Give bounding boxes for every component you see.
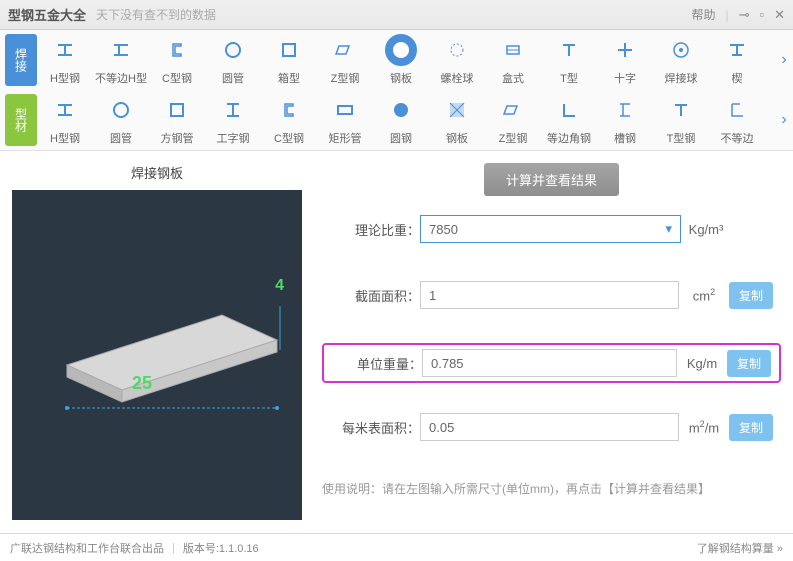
tool-箱型[interactable]: 箱型: [261, 34, 317, 86]
tool-H型钢[interactable]: H型钢: [37, 34, 93, 86]
shape-icon: [665, 34, 697, 66]
shape-icon: [665, 94, 697, 126]
tool-槽钢[interactable]: 槽钢: [597, 94, 653, 146]
tool-钢板[interactable]: 钢板: [373, 34, 429, 86]
titlebar: 型钢五金大全 天下没有查不到的数据 帮助 | ⊸ ▫ ✕: [0, 0, 793, 30]
dimension-width[interactable]: 4: [275, 277, 284, 295]
steel-plate-icon: [12, 190, 302, 520]
close-icon[interactable]: ✕: [774, 7, 785, 23]
density-label: 理论比重：: [330, 220, 420, 239]
shape-icon: [497, 34, 529, 66]
copy-surface-button[interactable]: 复制: [729, 414, 773, 441]
category-profile[interactable]: 型材: [5, 94, 37, 146]
tool-T型[interactable]: T型: [541, 34, 597, 86]
surface-input[interactable]: [420, 413, 679, 441]
shape-icon: [161, 34, 193, 66]
shape-icon: [217, 34, 249, 66]
copy-area-button[interactable]: 复制: [729, 282, 773, 309]
shape-icon: [161, 94, 193, 126]
row2-more-icon[interactable]: ›: [775, 111, 793, 129]
shape-icon: [609, 94, 641, 126]
tool-楔[interactable]: 楔: [709, 34, 765, 86]
shape-icon: [553, 94, 585, 126]
status-link[interactable]: 了解钢结构算量 »: [697, 540, 783, 556]
surface-label: 每米表面积：: [330, 418, 420, 437]
tool-Z型钢[interactable]: Z型钢: [317, 34, 373, 86]
tool-不等边H型[interactable]: 不等边H型: [93, 34, 149, 86]
shape-icon: [497, 94, 529, 126]
row1-more-icon[interactable]: ›: [775, 51, 793, 69]
shape-icon: [329, 94, 361, 126]
steel-plate-icon: [385, 34, 417, 66]
tool-盒式[interactable]: 盒式: [485, 34, 541, 86]
tool-C型钢[interactable]: C型钢: [149, 34, 205, 86]
category-welding[interactable]: 焊接: [5, 34, 37, 86]
tool-十字[interactable]: 十字: [597, 34, 653, 86]
tool-方钢管[interactable]: 方钢管: [149, 94, 205, 146]
shape-icon: [441, 34, 473, 66]
shape-icon: [49, 34, 81, 66]
density-select[interactable]: 7850: [420, 215, 681, 243]
shape-icon: [273, 34, 305, 66]
dimension-length[interactable]: 25: [132, 373, 152, 394]
shape-icon: [385, 94, 417, 126]
shape-icon: [105, 94, 137, 126]
pin-icon[interactable]: ⊸: [739, 7, 750, 23]
tool-钢板[interactable]: 钢板: [429, 94, 485, 146]
shape-icon: [721, 34, 753, 66]
shape-icon: [609, 34, 641, 66]
copy-weight-button[interactable]: 复制: [727, 350, 771, 377]
preview-title: 焊接钢板: [12, 163, 302, 182]
tool-等边角钢[interactable]: 等边角钢: [541, 94, 597, 146]
shape-icon: [329, 34, 361, 66]
shape-icon: [273, 94, 305, 126]
app-title: 型钢五金大全: [8, 5, 86, 24]
weight-label: 单位重量：: [332, 354, 422, 373]
weight-unit: Kg/m: [677, 356, 727, 371]
tool-螺栓球[interactable]: 螺栓球: [429, 34, 485, 86]
app-subtitle: 天下没有查不到的数据: [96, 6, 216, 23]
tool-焊接球[interactable]: 焊接球: [653, 34, 709, 86]
status-credit: 广联达钢结构和工作台联合出品: [10, 540, 164, 556]
surface-unit: m2/m: [679, 419, 729, 435]
tool-T型钢[interactable]: T型钢: [653, 94, 709, 146]
tool-C型钢[interactable]: C型钢: [261, 94, 317, 146]
tool-工字钢[interactable]: 工字钢: [205, 94, 261, 146]
tool-圆钢[interactable]: 圆钢: [373, 94, 429, 146]
shape-icon: [441, 94, 473, 126]
shape-icon: [105, 34, 137, 66]
calculate-button[interactable]: 计算并查看结果: [484, 163, 619, 196]
tool-Z型钢[interactable]: Z型钢: [485, 94, 541, 146]
shape-icon: [721, 94, 753, 126]
weight-input[interactable]: [422, 349, 677, 377]
minimize-icon[interactable]: ▫: [759, 7, 764, 22]
preview-canvas[interactable]: 4 25: [12, 190, 302, 520]
area-input[interactable]: [420, 281, 679, 309]
statusbar: 广联达钢结构和工作台联合出品 | 版本号:1.1.0.16 了解钢结构算量 »: [0, 533, 793, 561]
tool-矩形管[interactable]: 矩形管: [317, 94, 373, 146]
tool-H型钢[interactable]: H型钢: [37, 94, 93, 146]
shape-icon: [553, 34, 585, 66]
tool-圆管[interactable]: 圆管: [205, 34, 261, 86]
help-menu[interactable]: 帮助: [691, 6, 715, 23]
usage-hint: 使用说明：请在左图输入所需尺寸(单位mm)，再点击【计算并查看结果】: [322, 480, 781, 497]
area-label: 截面面积：: [330, 286, 420, 305]
area-unit: cm2: [679, 287, 729, 303]
shape-icon: [49, 94, 81, 126]
tool-圆管[interactable]: 圆管: [93, 94, 149, 146]
shape-icon: [217, 94, 249, 126]
status-version: 版本号:1.1.0.16: [183, 540, 259, 556]
tool-不等边[interactable]: 不等边: [709, 94, 765, 146]
density-unit: Kg/m³: [681, 222, 731, 237]
